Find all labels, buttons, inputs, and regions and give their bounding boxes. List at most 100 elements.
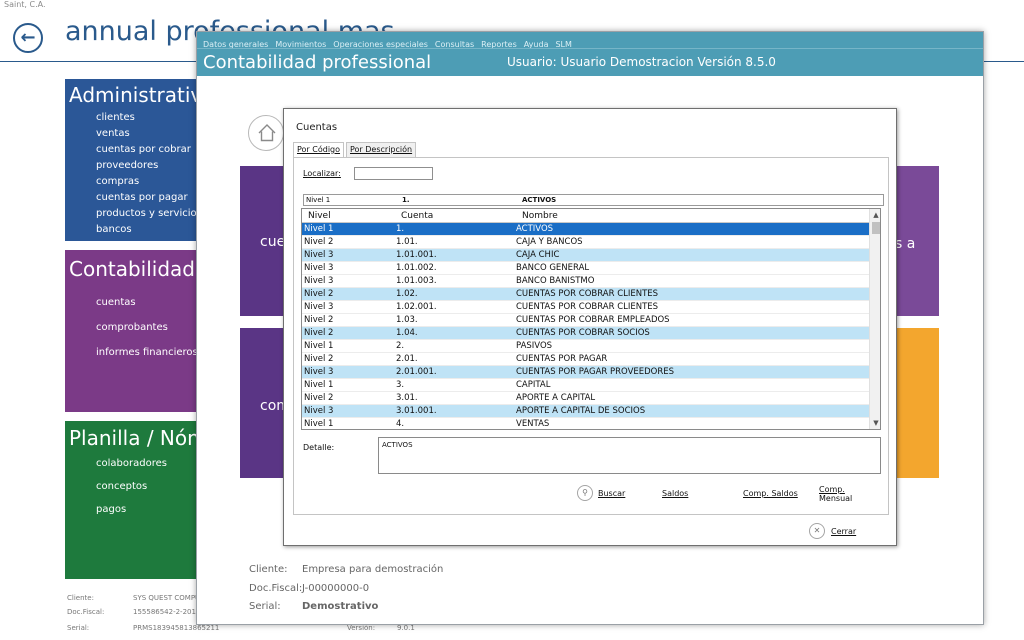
table-row[interactable]: Nivel 3 2.01.001. CUENTAS POR PAGAR PROVEE… [302, 366, 869, 379]
tile-administrativo[interactable]: Administrativo clientes ventas cuentas p… [65, 79, 205, 241]
scroll-thumb[interactable] [872, 222, 880, 234]
admin-menu-list: clientes ventas cuentas por cobrar prove… [96, 110, 202, 238]
table-row[interactable]: Nivel 1 3. CAPITAL [302, 379, 869, 392]
cell-cuenta: 3. [396, 380, 405, 390]
conta-item-cuentas[interactable]: cuentas [96, 290, 198, 315]
tab-label: Por Código [297, 145, 341, 154]
table-row[interactable]: Nivel 2 1.01. CAJA Y BANCOS [302, 236, 869, 249]
admin-item-productos-y-servicios[interactable]: productos y servicios [96, 206, 202, 222]
conta-item-informes-financieros[interactable]: informes financieros [96, 340, 198, 365]
cell-nombre: VENTAS [516, 419, 550, 429]
tile-comprobantes[interactable]: com [240, 328, 286, 478]
table-row[interactable]: Nivel 2 1.04. CUENTAS POR COBRAR SOCIOS [302, 327, 869, 340]
admin-item-clientes[interactable]: clientes [96, 110, 202, 126]
bg-docfiscal-label: Doc.Fiscal: [67, 608, 105, 616]
buscar-button[interactable]: Buscar [598, 489, 625, 498]
accounts-grid[interactable]: Nivel Cuenta Nombre Nivel 1 1. ACTIVOS Niv… [301, 208, 881, 430]
detalle-field[interactable]: ACTIVOS [378, 437, 881, 474]
tile-planilla[interactable]: Planilla / Nóm colaboradores conceptos p… [65, 421, 205, 579]
tile-title: Administrativo [69, 83, 205, 107]
admin-item-ventas[interactable]: ventas [96, 126, 202, 142]
cell-cuenta: 1.03. [396, 315, 418, 325]
cell-cuenta: 1. [396, 224, 405, 234]
cell-cuenta: 3.01.001. [396, 406, 437, 416]
column-header-nivel[interactable]: Nivel [308, 211, 331, 221]
cell-cuenta: 1.02. [396, 289, 418, 299]
tile-label: s a [895, 236, 916, 252]
cell-nombre: BANCO BANISTMO [516, 276, 595, 286]
table-row[interactable]: Nivel 2 2.01. CUENTAS POR PAGAR [302, 353, 869, 366]
bg-version-label: Versión: [347, 624, 376, 632]
comp-saldos-button[interactable]: Comp. Saldos [743, 489, 798, 498]
table-row[interactable]: Nivel 2 1.02. CUENTAS POR COBRAR CLIENTES [302, 288, 869, 301]
table-row[interactable]: Nivel 1 1. ACTIVOS [302, 223, 869, 236]
localizar-input[interactable] [354, 167, 433, 180]
grid-body: Nivel 1 1. ACTIVOS Nivel 2 1.01. CAJA Y BANC… [302, 223, 869, 429]
cell-nivel: Nivel 3 [304, 276, 334, 286]
cell-cuenta: 1.01.002. [396, 263, 437, 273]
cell-nombre: CUENTAS POR COBRAR CLIENTES [516, 289, 659, 299]
admin-item-cuentas-por-cobrar[interactable]: cuentas por cobrar [96, 142, 202, 158]
table-row[interactable]: Nivel 3 1.01.003. BANCO BANISTMO [302, 275, 869, 288]
tile-contabilidad[interactable]: Contabilidad cuentas comprobantes inform… [65, 250, 205, 412]
cell-nombre: APORTE A CAPITAL [516, 393, 596, 403]
table-row[interactable]: Nivel 2 3.01. APORTE A CAPITAL [302, 392, 869, 405]
table-row[interactable]: Nivel 1 4. VENTAS [302, 418, 869, 429]
table-row[interactable]: Nivel 2 1.03. CUENTAS POR COBRAR EMPLEADOS [302, 314, 869, 327]
admin-item-cuentas-por-pagar[interactable]: cuentas por pagar [96, 190, 202, 206]
cell-cuenta: 2.01. [396, 354, 418, 364]
cell-nombre: BANCO GENERAL [516, 263, 590, 273]
table-row[interactable]: Nivel 3 1.02.001. CUENTAS POR COBRAR CLIEN… [302, 301, 869, 314]
tile-title: Contabilidad [69, 257, 195, 281]
comp-mensual-button[interactable]: Comp. Mensual [819, 485, 852, 503]
conta-item-comprobantes[interactable]: comprobantes [96, 315, 198, 340]
scroll-down-icon[interactable]: ▼ [870, 417, 880, 429]
back-arrow-icon[interactable]: ← [13, 23, 43, 53]
home-button[interactable] [248, 115, 284, 151]
scroll-up-icon[interactable]: ▲ [870, 209, 880, 221]
close-icon[interactable]: ✕ [809, 523, 825, 539]
cell-nombre: CUENTAS POR COBRAR EMPLEADOS [516, 315, 670, 325]
docfiscal-label: Doc.Fiscal: [249, 583, 303, 594]
tile-cuentas[interactable]: cue [240, 166, 286, 316]
summary-nombre: ACTIVOS [522, 196, 557, 204]
tile-right-purple[interactable]: s a [894, 166, 939, 316]
cell-cuenta: 1.01.001. [396, 250, 437, 260]
cell-nivel: Nivel 1 [304, 224, 334, 234]
selected-account-summary: Nivel 1 1. ACTIVOS [303, 194, 884, 206]
search-icon[interactable]: ⚲ [577, 485, 593, 501]
table-row[interactable]: Nivel 3 3.01.001. APORTE A CAPITAL DE SOCI… [302, 405, 869, 418]
admin-item-proveedores[interactable]: proveedores [96, 158, 202, 174]
cell-nombre: CUENTAS POR PAGAR PROVEEDORES [516, 367, 675, 377]
planilla-item-conceptos[interactable]: conceptos [96, 475, 167, 498]
tab-por-descripcion[interactable]: Por Descripción [346, 142, 417, 157]
planilla-item-colaboradores[interactable]: colaboradores [96, 452, 167, 475]
localizar-label: Localizar: [303, 169, 341, 178]
cell-nombre: APORTE A CAPITAL DE SOCIOS [516, 406, 646, 416]
cell-cuenta: 1.02.001. [396, 302, 437, 312]
cerrar-button[interactable]: Cerrar [831, 527, 856, 536]
table-row[interactable]: Nivel 3 1.01.002. BANCO GENERAL [302, 262, 869, 275]
cell-cuenta: 1.04. [396, 328, 418, 338]
planilla-item-pagos[interactable]: pagos [96, 498, 167, 521]
saldos-button[interactable]: Saldos [662, 489, 688, 498]
detalle-label: Detalle: [303, 443, 335, 452]
cell-nivel: Nivel 3 [304, 367, 334, 377]
admin-item-compras[interactable]: compras [96, 174, 202, 190]
cell-nivel: Nivel 3 [304, 302, 334, 312]
table-row[interactable]: Nivel 3 1.01.001. CAJA CHIC [302, 249, 869, 262]
cuentas-dialog: Cuentas Por Código Por Descripción Local… [283, 108, 897, 546]
cell-nivel: Nivel 2 [304, 328, 334, 338]
tab-por-codigo[interactable]: Por Código [293, 142, 345, 158]
tab-panel: Localizar: Nivel 1 1. ACTIVOS Nivel Cuen… [293, 157, 889, 515]
admin-item-bancos[interactable]: bancos [96, 222, 202, 238]
table-row[interactable]: Nivel 1 2. PASIVOS [302, 340, 869, 353]
tile-label: cue [260, 234, 286, 250]
cell-nivel: Nivel 3 [304, 406, 334, 416]
grid-scrollbar[interactable]: ▲ ▼ [869, 209, 880, 429]
cell-nombre: CAJA Y BANCOS [516, 237, 583, 247]
column-header-cuenta[interactable]: Cuenta [401, 211, 433, 221]
column-header-nombre[interactable]: Nombre [522, 211, 558, 221]
bg-serial-label: Serial: [67, 624, 90, 632]
tile-right-orange[interactable] [894, 328, 939, 478]
